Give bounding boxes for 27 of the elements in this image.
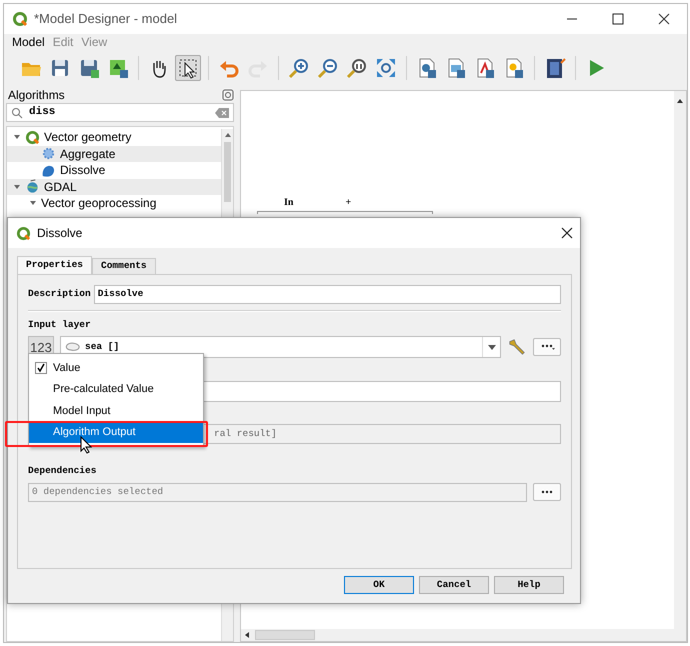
panel-title: Algorithms xyxy=(8,86,65,104)
tree-item[interactable]: Dissolve xyxy=(7,162,221,178)
search-field[interactable]: diss xyxy=(6,103,234,122)
dialog-button[interactable]: Help xyxy=(494,576,564,594)
tree-item[interactable]: Aggregate xyxy=(7,146,221,162)
layer-combo[interactable]: sea [] xyxy=(60,336,501,358)
node-label: + xyxy=(345,196,352,210)
menu-item[interactable]: Algorithm Output xyxy=(29,422,203,443)
field-label: Dependencies xyxy=(28,464,96,478)
tab[interactable]: Comments xyxy=(92,258,156,274)
dialog-button[interactable]: Cancel xyxy=(419,576,489,594)
text-field: 0 dependencies selected xyxy=(28,482,527,502)
menu-item[interactable]: Model Input xyxy=(29,400,203,422)
dialog-button[interactable]: OK xyxy=(344,576,414,594)
window-title: *Model Designer - model xyxy=(34,10,178,28)
tab[interactable]: Properties xyxy=(17,256,92,274)
menu-item[interactable]: Pre-calculated Value xyxy=(29,378,203,400)
tree-item[interactable]: GDAL xyxy=(7,178,221,195)
field-label: Description xyxy=(28,287,91,302)
field-label: Input layer xyxy=(28,318,91,332)
node-label: In xyxy=(284,196,294,210)
dialog-title: Dissolve xyxy=(37,225,82,242)
menu-item[interactable]: Model xyxy=(12,34,45,50)
tree-item[interactable]: Vector geoprocessing xyxy=(7,195,221,212)
menu-item[interactable]: Value xyxy=(29,357,203,378)
tree-item[interactable]: Vector geometry xyxy=(7,129,221,146)
text-field[interactable]: Dissolve xyxy=(94,285,561,304)
